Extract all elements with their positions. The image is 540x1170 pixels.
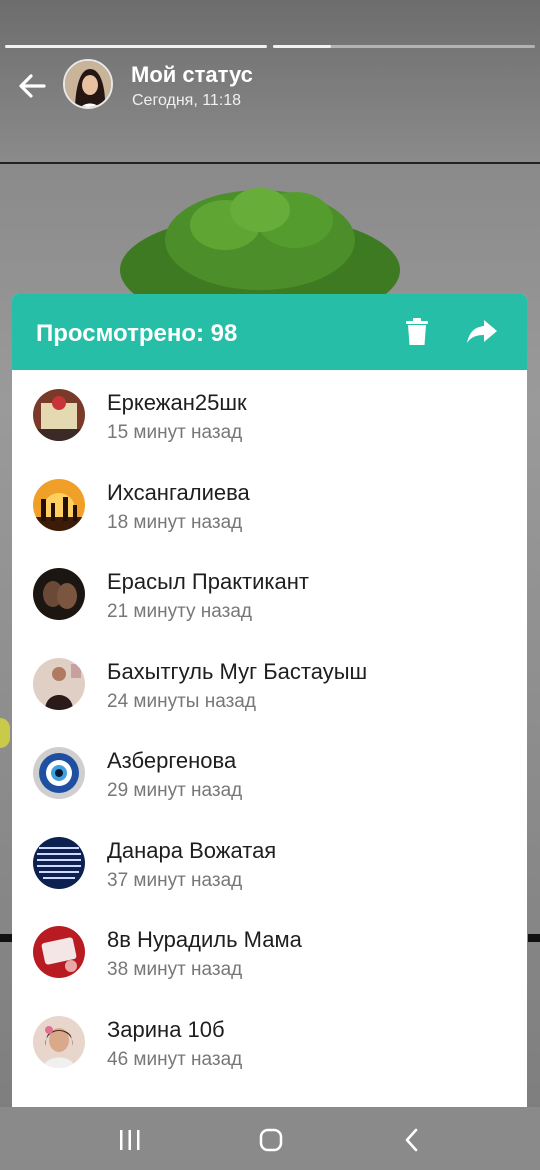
viewer-time: 18 минут назад: [107, 511, 243, 533]
plant-photo: [110, 185, 410, 325]
viewer-row[interactable]: Бахытгуль Муг Бастауыш 24 минуты назад: [12, 639, 527, 729]
viewer-row[interactable]: Данара Вожатая 37 минут назад: [12, 818, 527, 908]
back-arrow-icon[interactable]: [14, 68, 50, 104]
viewer-time: 37 минут назад: [107, 869, 243, 891]
home-icon[interactable]: [259, 1128, 283, 1152]
viewer-name: 8в Нурадиль Мама: [107, 927, 302, 952]
avatar: [33, 568, 85, 620]
viewer-time: 15 минут назад: [107, 422, 243, 443]
avatar: [33, 657, 85, 710]
viewers-list: Еркежан25шк 15 минут назад Ихсангалиева …: [12, 370, 527, 1086]
viewer-name: Бахытгуль Муг Бастауыш: [107, 658, 368, 684]
navigation-bar: [0, 1107, 540, 1170]
status-time: Сегодня, 11:18: [132, 92, 242, 109]
viewer-name: Азбергенова: [107, 748, 237, 773]
viewer-row[interactable]: Еркежан25шк 15 минут назад: [12, 370, 527, 460]
avatar[interactable]: [63, 59, 113, 109]
viewer-time: 46 минут назад: [107, 1048, 243, 1070]
story-progress-1: [5, 45, 267, 48]
viewer-row[interactable]: Ерасыл Практикант 21 минуту назад: [12, 549, 527, 639]
viewer-row[interactable]: Ихсангалиева 18 минут назад: [12, 460, 527, 550]
viewer-name: Еркежан25шк: [107, 390, 247, 415]
avatar: [33, 926, 85, 978]
header-divider: [0, 162, 540, 164]
viewer-row[interactable]: Зарина 10б 46 минут назад: [12, 997, 527, 1087]
avatar: [33, 478, 85, 531]
viewed-count: Просмотрено: 98: [36, 320, 238, 347]
viewer-name: Зарина 10б: [107, 1016, 225, 1042]
viewer-time: 21 минуту назад: [107, 601, 252, 622]
delete-icon[interactable]: [404, 318, 430, 346]
avatar: [33, 836, 85, 889]
status-title: Мой статус: [131, 62, 253, 87]
background-detail: [0, 934, 12, 942]
share-forward-icon[interactable]: [467, 320, 497, 344]
viewer-name: Данара Вожатая: [107, 837, 277, 863]
story-progress-2: [273, 45, 535, 48]
viewer-name: Ихсангалиева: [107, 479, 250, 505]
viewer-name: Ерасыл Практикант: [107, 569, 309, 594]
avatar: [33, 747, 85, 799]
viewer-time: 24 минуты назад: [107, 690, 256, 712]
viewers-header: Просмотрено: 98: [12, 294, 527, 370]
recent-apps-icon[interactable]: [118, 1129, 142, 1151]
viewer-time: 29 минут назад: [107, 780, 243, 801]
viewer-row[interactable]: Азбергенова 29 минут назад: [12, 728, 527, 818]
viewer-row[interactable]: 8в Нурадиль Мама 38 минут назад: [12, 907, 527, 997]
story-progress-2-fill: [273, 45, 331, 48]
background-detail: [528, 934, 540, 942]
avatar: [33, 1015, 85, 1068]
viewers-panel: Просмотрено: 98 Еркежан25шк 15 минут наз…: [12, 294, 527, 1124]
avatar: [33, 389, 85, 441]
back-icon[interactable]: [402, 1127, 422, 1153]
viewer-time: 38 минут назад: [107, 959, 243, 980]
